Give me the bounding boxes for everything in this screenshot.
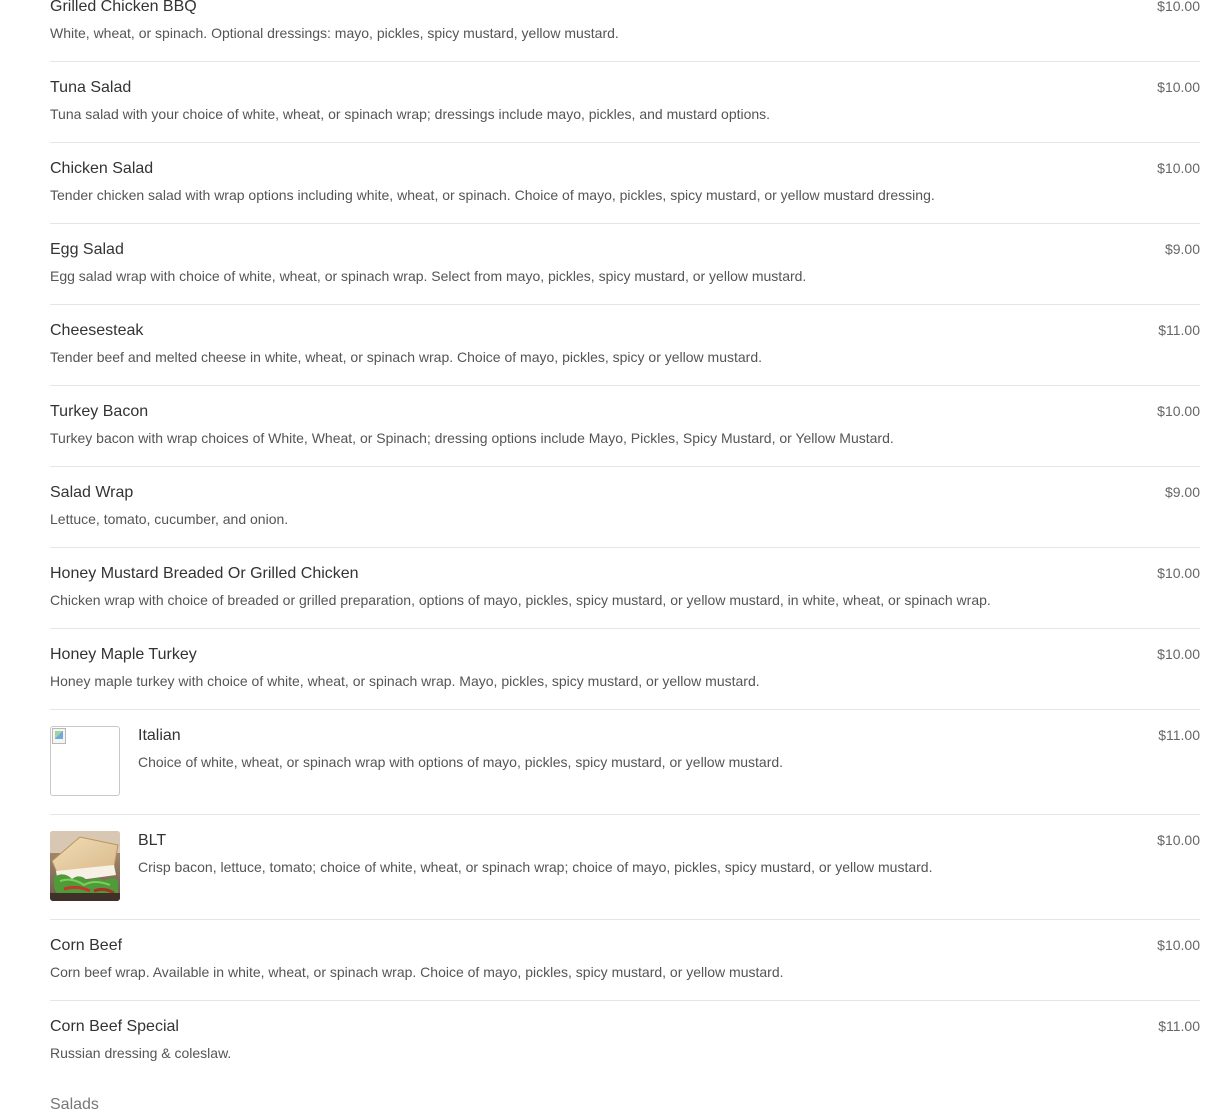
menu-item-name: BLT [138, 832, 167, 849]
menu-item-name: Chicken Salad [50, 160, 154, 177]
menu-item-description: White, wheat, or spinach. Optional dress… [50, 25, 619, 41]
menu-item-name: Honey Maple Turkey [50, 646, 197, 663]
menu-item-description: Choice of white, wheat, or spinach wrap … [138, 754, 784, 770]
blt-photo [50, 831, 120, 901]
menu-item-corn-beef[interactable]: Corn Beef Corn beef wrap. Available in w… [50, 920, 1200, 1001]
menu-item-corn-beef-special[interactable]: Corn Beef Special Russian dressing & col… [50, 1001, 1200, 1081]
menu-item-egg-salad[interactable]: Egg Salad Egg salad wrap with choice of … [50, 224, 1200, 305]
menu-item-text: Cheesesteak Tender beef and melted chees… [50, 321, 1080, 366]
menu-item-grilled-chicken-bbq[interactable]: Grilled Chicken BBQ White, wheat, or spi… [50, 0, 1200, 62]
menu-item-blt[interactable]: BLT Crisp bacon, lettuce, tomato; choice… [50, 815, 1200, 920]
menu-item-turkey-bacon[interactable]: Turkey Bacon Turkey bacon with wrap choi… [50, 386, 1200, 467]
menu-item-price: $11.00 [1158, 1018, 1200, 1034]
menu-item-text: Corn Beef Corn beef wrap. Available in w… [50, 936, 1080, 981]
menu-item-text: BLT Crisp bacon, lettuce, tomato; choice… [138, 831, 1080, 876]
menu-item-name: Grilled Chicken BBQ [50, 0, 197, 15]
menu-item-description: Turkey bacon with wrap choices of White,… [50, 430, 894, 446]
menu-item-price: $10.00 [1157, 0, 1200, 14]
broken-image-icon [52, 728, 66, 744]
menu-item-name: Tuna Salad [50, 79, 132, 96]
menu-item-list: Grilled Chicken BBQ White, wheat, or spi… [50, 0, 1200, 1081]
menu-item-cheesesteak[interactable]: Cheesesteak Tender beef and melted chees… [50, 305, 1200, 386]
menu-item-description: Corn beef wrap. Available in white, whea… [50, 964, 784, 980]
menu-item-description: Honey maple turkey with choice of white,… [50, 673, 760, 689]
menu-item-salad-wrap[interactable]: Salad Wrap Lettuce, tomato, cucumber, an… [50, 467, 1200, 548]
menu-item-description: Crisp bacon, lettuce, tomato; choice of … [138, 859, 933, 875]
menu-item-price: $9.00 [1164, 241, 1200, 257]
menu-item-honey-maple-turkey[interactable]: Honey Maple Turkey Honey maple turkey wi… [50, 629, 1200, 710]
menu-item-text: Corn Beef Special Russian dressing & col… [50, 1017, 1080, 1062]
menu-item-price: $10.00 [1157, 160, 1200, 176]
menu-item-name: Corn Beef Special [50, 1018, 179, 1035]
menu-item-price: $11.00 [1158, 322, 1200, 338]
menu-item-name: Honey Mustard Breaded Or Grilled Chicken [50, 565, 359, 582]
menu-item-price: $10.00 [1157, 937, 1200, 953]
menu-item-image[interactable] [50, 726, 120, 796]
menu-item-text: Honey Mustard Breaded Or Grilled Chicken… [50, 564, 1080, 609]
menu-item-text: Tuna Salad Tuna salad with your choice o… [50, 78, 1080, 123]
menu-item-description: Egg salad wrap with choice of white, whe… [50, 268, 807, 284]
menu-item-name: Salad Wrap [50, 484, 134, 501]
menu-item-price: $10.00 [1157, 646, 1200, 662]
menu-item-text: Grilled Chicken BBQ White, wheat, or spi… [50, 0, 1080, 42]
menu-item-text: Salad Wrap Lettuce, tomato, cucumber, an… [50, 483, 1080, 528]
menu-item-description: Chicken wrap with choice of breaded or g… [50, 592, 991, 608]
menu-item-tuna-salad[interactable]: Tuna Salad Tuna salad with your choice o… [50, 62, 1200, 143]
menu-item-price: $11.00 [1158, 727, 1200, 743]
section-heading-salads: Salads [50, 1096, 99, 1113]
menu-item-chicken-salad[interactable]: Chicken Salad Tender chicken salad with … [50, 143, 1200, 224]
menu-item-text: Honey Maple Turkey Honey maple turkey wi… [50, 645, 1080, 690]
menu-item-price: $9.00 [1164, 484, 1200, 500]
menu-item-price: $10.00 [1157, 565, 1200, 581]
menu-item-text: Egg Salad Egg salad wrap with choice of … [50, 240, 1080, 285]
menu-item-description: Lettuce, tomato, cucumber, and onion. [50, 511, 289, 527]
menu-item-italian[interactable]: Italian Choice of white, wheat, or spina… [50, 710, 1200, 815]
menu-item-description: Tender beef and melted cheese in white, … [50, 349, 763, 365]
menu-item-name: Italian [138, 727, 181, 744]
menu-item-name: Egg Salad [50, 241, 124, 258]
menu-item-description: Russian dressing & coleslaw. [50, 1045, 232, 1061]
menu-item-text: Italian Choice of white, wheat, or spina… [138, 726, 1080, 771]
menu-item-price: $10.00 [1157, 79, 1200, 95]
menu-item-description: Tender chicken salad with wrap options i… [50, 187, 935, 203]
menu-item-price: $10.00 [1157, 403, 1200, 419]
menu-item-text: Turkey Bacon Turkey bacon with wrap choi… [50, 402, 1080, 447]
menu-item-price: $10.00 [1157, 832, 1200, 848]
menu-item-name: Turkey Bacon [50, 403, 149, 420]
menu-item-description: Tuna salad with your choice of white, wh… [50, 106, 771, 122]
menu-item-honey-mustard-chicken[interactable]: Honey Mustard Breaded Or Grilled Chicken… [50, 548, 1200, 629]
menu-item-name: Cheesesteak [50, 322, 144, 339]
menu-item-text: Chicken Salad Tender chicken salad with … [50, 159, 1080, 204]
menu-item-image[interactable] [50, 831, 120, 901]
menu-item-name: Corn Beef [50, 937, 123, 954]
